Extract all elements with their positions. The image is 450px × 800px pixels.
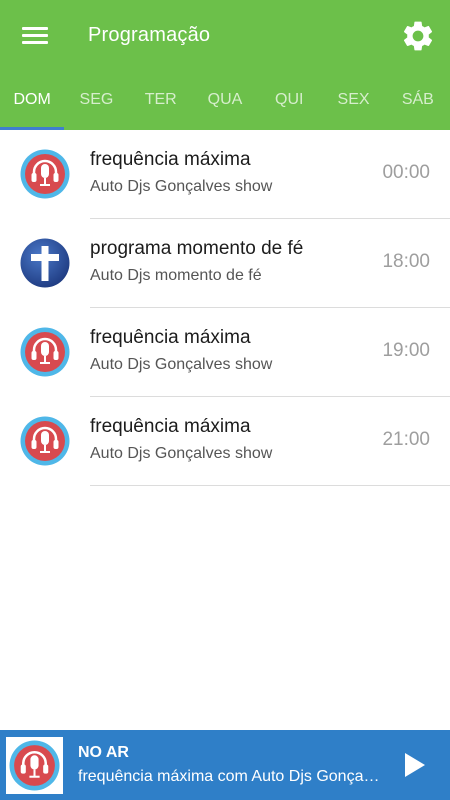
tab-qui[interactable]: QUI	[257, 72, 321, 130]
tab-qua[interactable]: QUA	[193, 72, 257, 130]
gear-icon[interactable]	[400, 18, 436, 54]
list-item[interactable]: frequência máxima Auto Djs Gonçalves sho…	[0, 308, 450, 397]
program-time: 21:00	[382, 429, 430, 450]
tab-dom[interactable]: DOM	[0, 72, 65, 130]
tab-ter[interactable]: TER	[129, 72, 193, 130]
tab-seg[interactable]: SEG	[64, 72, 128, 130]
on-air-label: NO AR	[78, 744, 129, 761]
toolbar: Programação	[0, 0, 450, 72]
tab-sab[interactable]: SÁB	[386, 72, 450, 130]
tab-sex[interactable]: SEX	[321, 72, 385, 130]
list-item[interactable]: frequência máxima Auto Djs Gonçalves sho…	[0, 130, 450, 219]
list-item[interactable]: programa momento de fé Auto Djs momento …	[0, 219, 450, 308]
program-host: Auto Djs Gonçalves show	[90, 178, 273, 195]
program-name: frequência máxima	[90, 327, 251, 348]
program-host: Auto Djs Gonçalves show	[90, 356, 273, 373]
schedule-list: frequência máxima Auto Djs Gonçalves sho…	[0, 130, 450, 486]
microphone-headphones-icon	[20, 149, 70, 199]
divider	[90, 485, 450, 486]
cross-icon	[20, 238, 70, 288]
now-playing-artwork	[6, 737, 63, 794]
program-host: Auto Djs momento de fé	[90, 267, 262, 284]
now-playing-bar[interactable]: NO AR frequência máxima com Auto Djs Gon…	[0, 730, 450, 800]
microphone-headphones-icon	[20, 416, 70, 466]
program-name: frequência máxima	[90, 149, 251, 170]
play-icon[interactable]	[398, 749, 430, 781]
microphone-headphones-icon	[20, 327, 70, 377]
now-playing-text: frequência máxima com Auto Djs Gonçalves…	[78, 768, 383, 785]
program-time: 18:00	[382, 251, 430, 272]
day-tabs: DOM SEG TER QUA QUI SEX SÁB	[0, 72, 450, 130]
program-time: 19:00	[382, 340, 430, 361]
program-time: 00:00	[382, 162, 430, 183]
page-title: Programação	[88, 24, 211, 46]
program-name: programa momento de fé	[90, 238, 304, 259]
app-bar: Programação DOM SEG TER QUA QUI SEX SÁB	[0, 0, 450, 130]
list-item[interactable]: frequência máxima Auto Djs Gonçalves sho…	[0, 397, 450, 486]
hamburger-menu-icon[interactable]	[20, 24, 50, 48]
microphone-headphones-icon	[9, 740, 60, 791]
program-host: Auto Djs Gonçalves show	[90, 445, 273, 462]
program-name: frequência máxima	[90, 416, 251, 437]
